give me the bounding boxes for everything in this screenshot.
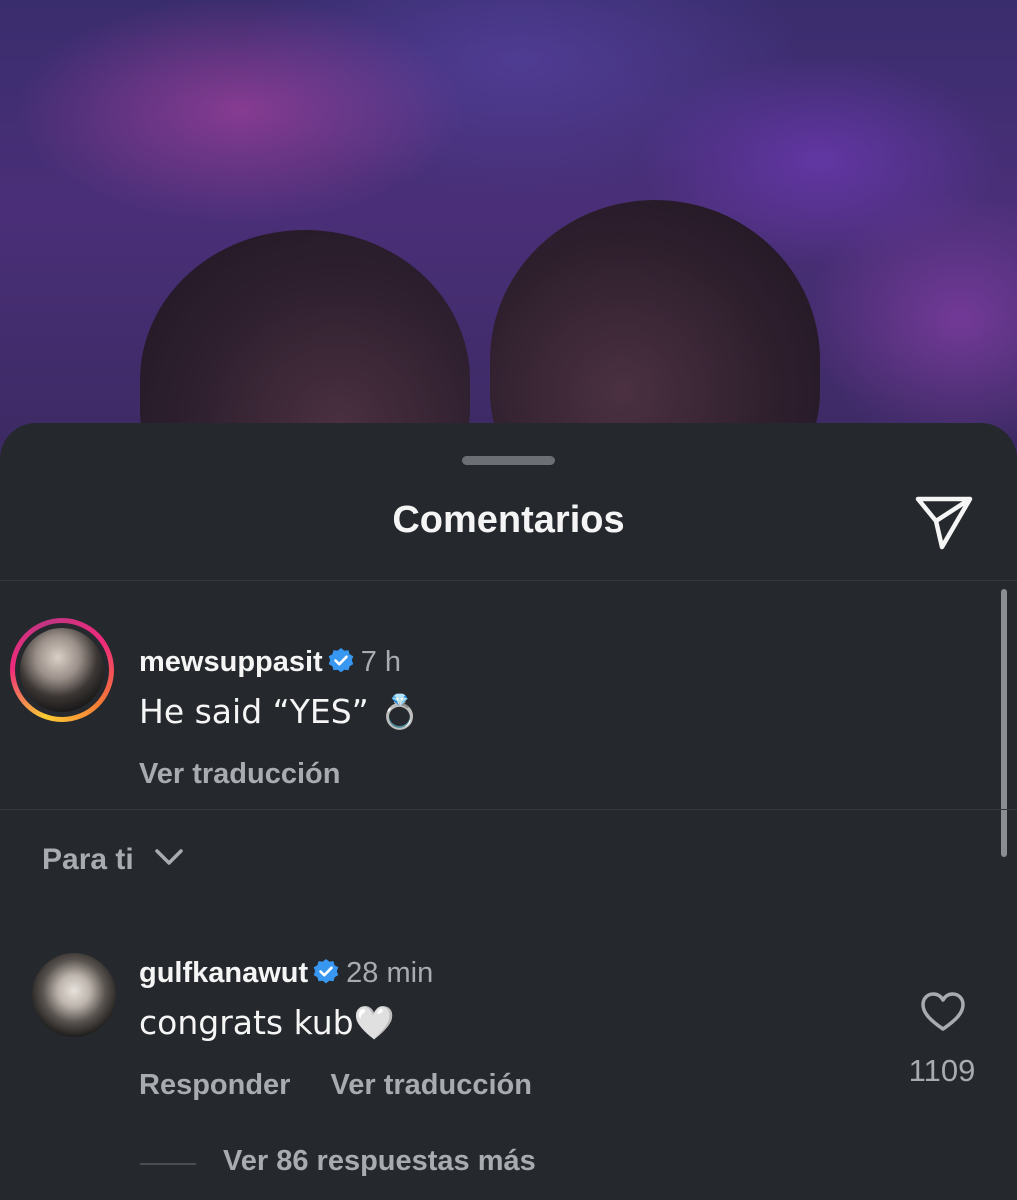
avatar[interactable] [32, 953, 116, 1037]
paper-plane-icon [915, 496, 973, 550]
comment-meta: mewsuppasit 7 h [139, 646, 401, 679]
replies-connector-line [140, 1163, 196, 1165]
avatar [20, 628, 104, 712]
story-ring-avatar[interactable] [10, 618, 114, 722]
like-button[interactable] [920, 991, 966, 1033]
comment-username[interactable]: gulfkanawut [139, 957, 308, 989]
like-count: 1109 [908, 1053, 976, 1088]
comment-filter-dropdown[interactable]: Para ti [42, 843, 184, 877]
comment-meta: gulfkanawut 28 min [139, 957, 433, 990]
sheet-title: Comentarios [392, 499, 625, 541]
comment-actions: Ver traducción [139, 758, 380, 791]
verified-badge-icon [328, 648, 354, 673]
sheet-drag-handle[interactable] [462, 456, 555, 465]
heart-icon [921, 992, 965, 1031]
share-button[interactable] [912, 493, 976, 553]
chevron-down-icon [154, 849, 183, 865]
comment-text: congrats kub🤍 [139, 1003, 395, 1042]
view-replies-label: Ver 86 respuestas más [223, 1145, 536, 1177]
comment-time: 28 min [346, 957, 434, 989]
comment-username[interactable]: mewsuppasit [139, 646, 323, 678]
comment-actions: Responder Ver traducción [139, 1069, 572, 1102]
verified-badge-icon [313, 959, 339, 984]
post-photo-background [0, 0, 1017, 470]
caption-divider [0, 809, 1017, 810]
see-translation-link[interactable]: Ver traducción [330, 1069, 531, 1101]
comment-text: He said “YES” 💍 [139, 692, 421, 731]
scrollbar[interactable] [1001, 589, 1007, 857]
see-translation-link[interactable]: Ver traducción [139, 758, 340, 790]
filter-label: Para ti [42, 843, 134, 876]
comment-time: 7 h [360, 646, 402, 678]
reply-button[interactable]: Responder [139, 1069, 290, 1101]
comments-sheet: Comentarios mewsuppasit 7 h He said “YES… [0, 423, 1017, 1200]
header-divider [0, 580, 1017, 581]
